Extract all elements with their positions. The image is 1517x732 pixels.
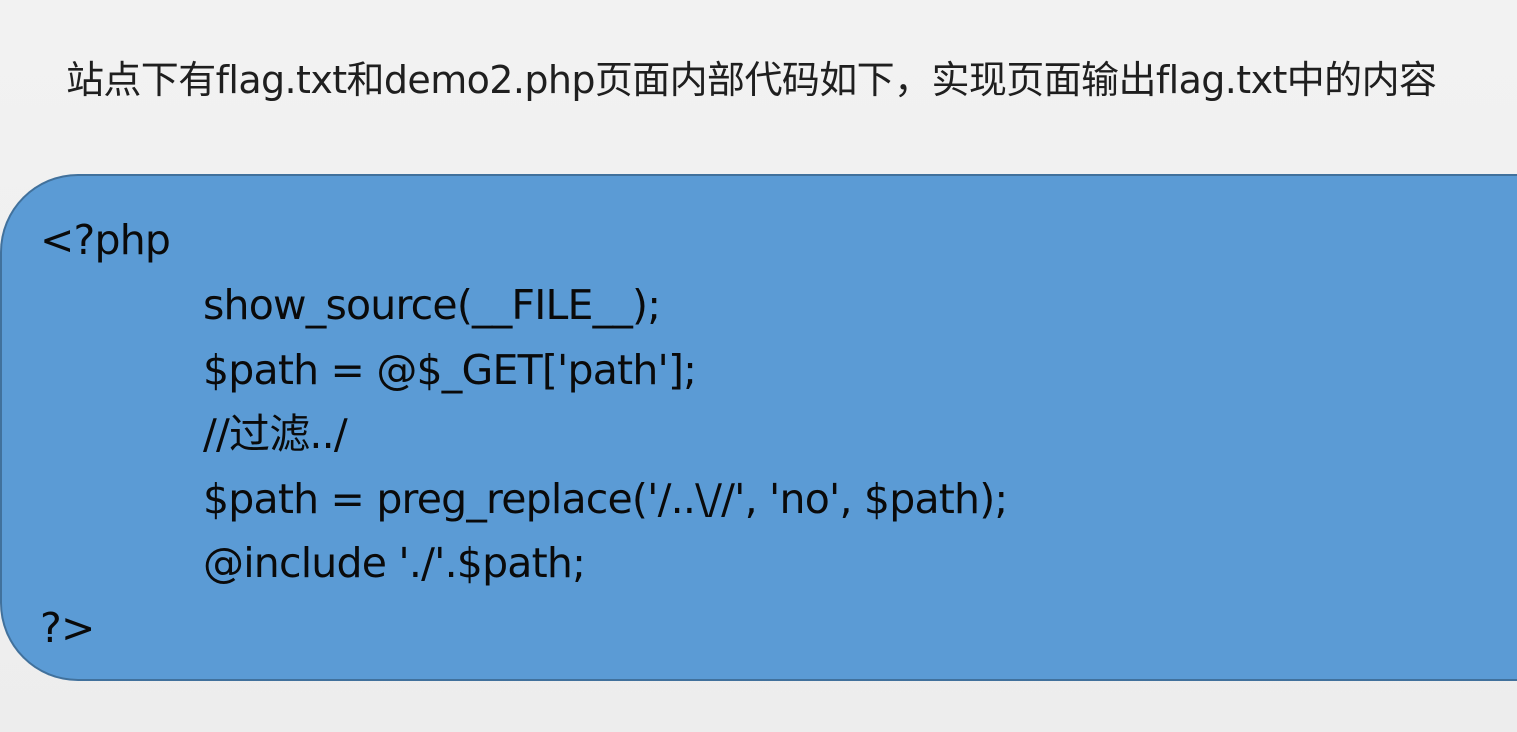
code-comment: //过滤../ (203, 410, 348, 458)
code-line: $path = preg_replace('/..\//', 'no', $pa… (203, 475, 1008, 523)
code-line: @include './'.$path; (203, 539, 586, 587)
code-line: show_source(__FILE__); (203, 281, 661, 329)
page-title: 站点下有flag.txt和demo2.php页面内部代码如下，实现页面输出fla… (66, 58, 1437, 102)
code-open-tag: <?php (40, 216, 171, 264)
code-line: $path = @$_GET['path']; (203, 346, 697, 394)
code-block: <?php show_source(__FILE__); $path = @$_… (0, 174, 1517, 681)
code-close-tag: ?> (40, 604, 95, 652)
